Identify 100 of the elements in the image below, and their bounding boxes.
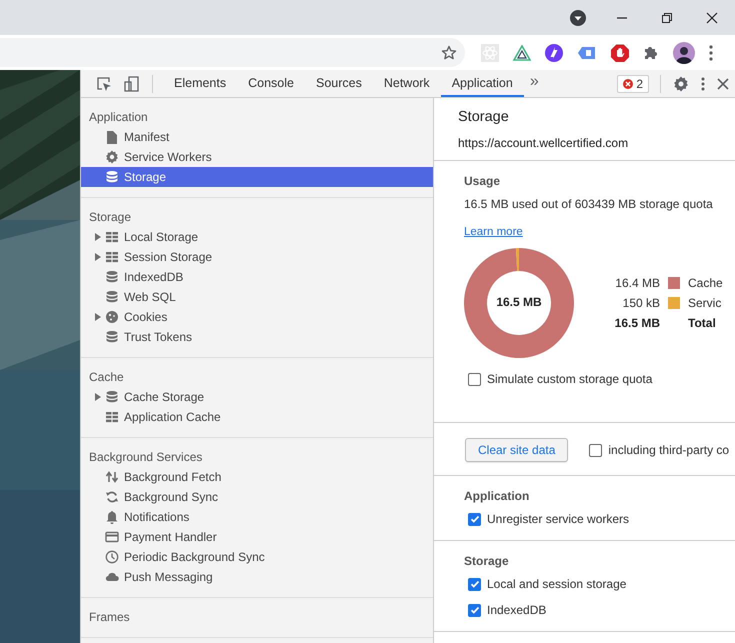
- item-label: Service Workers: [124, 150, 212, 164]
- inspect-icon[interactable]: [96, 76, 112, 92]
- checkbox[interactable]: [468, 512, 481, 526]
- learn-more-link[interactable]: Learn more: [464, 226, 523, 238]
- puzzle-icon[interactable]: [643, 44, 659, 60]
- usage-summary: 16.5 MB used out of 603439 MB storage quota: [464, 197, 714, 211]
- sidebar-item[interactable]: Local Storage: [81, 227, 433, 247]
- database-icon: [105, 270, 119, 284]
- cloud-icon: [105, 570, 119, 584]
- sidebar-item[interactable]: IndexedDB: [81, 267, 433, 287]
- more-options-icon[interactable]: [701, 76, 705, 90]
- sidebar-item[interactable]: Web SQL: [81, 287, 433, 307]
- devtools-tab[interactable]: Console: [237, 70, 305, 97]
- device-icon[interactable]: [124, 76, 140, 92]
- sidebar-item[interactable]: Cache Storage: [81, 387, 433, 407]
- section-heading: Cache: [88, 369, 125, 386]
- legend-value: 16.4 MB: [614, 276, 660, 290]
- origin-url: https://account.wellcertified.com: [458, 136, 630, 150]
- checkbox[interactable]: [589, 444, 602, 456]
- item-label: Manifest: [124, 130, 170, 144]
- close-icon[interactable]: [706, 12, 718, 24]
- sidebar-item[interactable]: Session Storage: [81, 247, 433, 267]
- menu-icon[interactable]: [709, 44, 713, 60]
- section-heading: Usage: [464, 174, 502, 188]
- expand-arrow-icon[interactable]: [95, 233, 101, 241]
- lightning-icon[interactable]: [545, 44, 563, 62]
- hand-icon[interactable]: [611, 44, 629, 62]
- checkbox[interactable]: [468, 604, 481, 616]
- grid-icon: [105, 250, 119, 264]
- error-icon: [623, 78, 634, 88]
- database-icon: [105, 290, 119, 304]
- section-heading: Frames: [88, 609, 131, 626]
- legend-label: Servic: [688, 296, 722, 310]
- sidebar-item[interactable]: Application Cache: [81, 407, 433, 427]
- sync-icon: [105, 490, 119, 504]
- more-tabs-button[interactable]: »: [524, 73, 545, 91]
- star-icon[interactable]: [441, 44, 457, 60]
- section-heading: Storage: [464, 554, 510, 568]
- sidebar-item[interactable]: Background Sync: [81, 487, 433, 507]
- checkbox-label: Unregister service workers: [487, 512, 630, 526]
- expand-arrow-icon[interactable]: [95, 313, 101, 321]
- database-icon: [105, 330, 119, 344]
- sidebar-item[interactable]: Trust Tokens: [81, 327, 433, 347]
- clock-icon: [105, 550, 119, 564]
- sidebar-item[interactable]: Manifest: [81, 127, 433, 147]
- legend-value: 150 kB: [622, 296, 660, 310]
- sidebar-item[interactable]: Service Workers: [81, 147, 433, 167]
- item-label: Cookies: [124, 310, 168, 324]
- credit-card-icon: [105, 530, 119, 544]
- cookie-icon: [105, 310, 119, 324]
- donut-total: 16.5 MB: [495, 295, 543, 309]
- close-icon[interactable]: [717, 78, 729, 90]
- checkbox[interactable]: [468, 578, 481, 590]
- tag-icon[interactable]: [577, 44, 597, 60]
- item-label: Notifications: [124, 510, 190, 524]
- devtools-tab[interactable]: Sources: [304, 70, 373, 97]
- up-down-arrows-icon: [105, 470, 119, 484]
- checkbox[interactable]: [468, 372, 481, 386]
- sidebar-item[interactable]: Storage: [81, 167, 433, 187]
- legend-label: Cache: [688, 276, 723, 290]
- checkbox-label: IndexedDB: [487, 603, 546, 617]
- document-icon: [105, 130, 119, 144]
- dropdown-icon[interactable]: [570, 10, 586, 26]
- database-icon: [105, 390, 119, 404]
- database-icon: [105, 170, 119, 184]
- gear-icon: [105, 150, 119, 164]
- item-label: Session Storage: [124, 250, 212, 264]
- sidebar-item[interactable]: Notifications: [81, 507, 433, 527]
- expand-arrow-icon[interactable]: [95, 393, 101, 401]
- section-heading: Background Services: [88, 449, 204, 466]
- sidebar-item[interactable]: Periodic Background Sync: [81, 547, 433, 567]
- section-heading: Storage: [88, 209, 132, 226]
- legend-value: 16.5 MB: [614, 316, 660, 330]
- sidebar-item[interactable]: Background Fetch: [81, 467, 433, 487]
- checkbox-label: including third-party co: [608, 443, 730, 457]
- address-field[interactable]: [0, 38, 465, 67]
- item-label: Background Sync: [124, 490, 218, 504]
- sidebar-item[interactable]: Cookies: [81, 307, 433, 327]
- item-label: Push Messaging: [124, 570, 213, 584]
- bell-icon: [105, 510, 119, 524]
- restore-icon[interactable]: [661, 12, 673, 24]
- item-label: Payment Handler: [124, 530, 217, 544]
- item-label: Background Fetch: [124, 470, 222, 484]
- triangle-icon[interactable]: [513, 44, 531, 60]
- item-label: Trust Tokens: [124, 330, 192, 344]
- error-count: 2: [636, 76, 643, 90]
- clear-site-data-button[interactable]: Clear site data: [465, 438, 568, 462]
- devtools-tab[interactable]: Network: [372, 70, 441, 97]
- sidebar-item[interactable]: Push Messaging: [81, 567, 433, 587]
- devtools-tab[interactable]: Elements: [163, 70, 238, 97]
- item-label: Local Storage: [124, 230, 198, 244]
- item-label: Application Cache: [124, 410, 221, 424]
- avatar-icon[interactable]: [673, 42, 695, 64]
- panel-title: Storage: [458, 109, 510, 127]
- sidebar-item[interactable]: Payment Handler: [81, 527, 433, 547]
- expand-arrow-icon[interactable]: [95, 253, 101, 261]
- legend-label: Total: [688, 316, 717, 330]
- error-count-badge[interactable]: 2: [617, 74, 649, 92]
- settings-icon[interactable]: [673, 76, 689, 92]
- checkbox-label: Simulate custom storage quota: [487, 372, 652, 386]
